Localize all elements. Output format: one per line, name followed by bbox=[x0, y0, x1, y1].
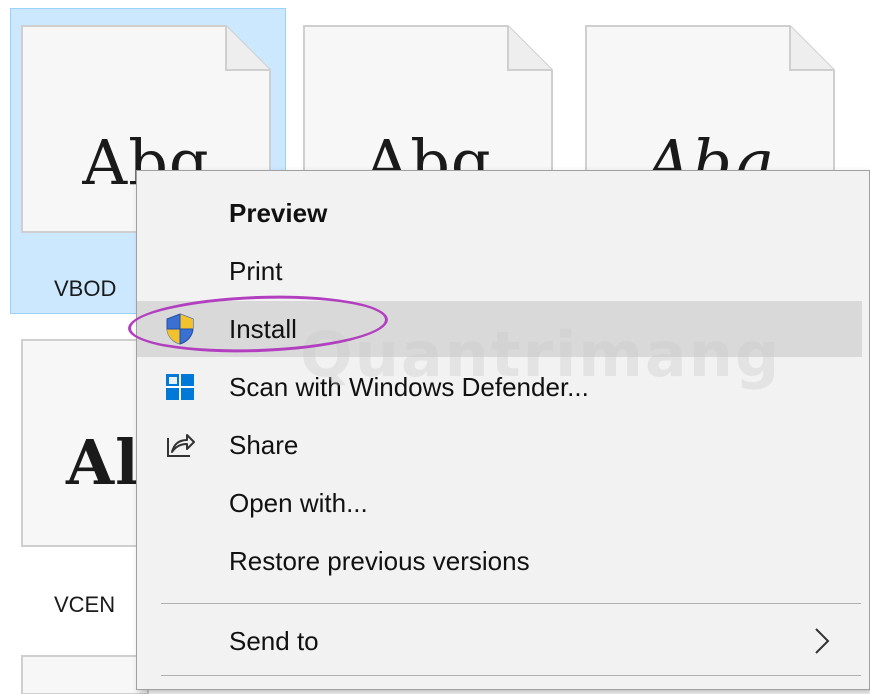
chevron-right-icon bbox=[815, 628, 830, 654]
menu-item-label: Restore previous versions bbox=[229, 545, 530, 576]
menu-item-label: Share bbox=[229, 429, 299, 460]
menu-item-label: Open with... bbox=[229, 487, 368, 518]
menu-item-open-with[interactable]: Open with... bbox=[137, 475, 862, 531]
context-menu: Preview Print Install Scan with Windows … bbox=[136, 170, 870, 690]
menu-separator bbox=[161, 603, 861, 604]
menu-item-send-to[interactable]: Send to bbox=[137, 613, 862, 669]
menu-item-scan-defender[interactable]: Scan with Windows Defender... bbox=[137, 359, 862, 415]
menu-item-label: Send to bbox=[229, 625, 319, 656]
share-icon bbox=[167, 434, 195, 457]
menu-item-label: Preview bbox=[229, 197, 328, 228]
file-name-label[interactable]: VCEN bbox=[54, 592, 115, 618]
document-page-icon bbox=[21, 655, 149, 694]
font-file-thumbnail-partial[interactable] bbox=[20, 654, 150, 694]
menu-item-preview[interactable]: Preview bbox=[137, 185, 862, 241]
menu-item-share[interactable]: Share bbox=[137, 417, 862, 473]
windows-defender-icon bbox=[166, 374, 194, 400]
menu-item-label: Scan with Windows Defender... bbox=[229, 371, 589, 402]
menu-item-label: Print bbox=[229, 255, 283, 286]
menu-item-restore-previous-versions[interactable]: Restore previous versions bbox=[137, 533, 862, 589]
file-name-label[interactable]: VBOD bbox=[54, 276, 116, 302]
menu-separator bbox=[161, 675, 861, 676]
menu-item-print[interactable]: Print bbox=[137, 243, 862, 299]
